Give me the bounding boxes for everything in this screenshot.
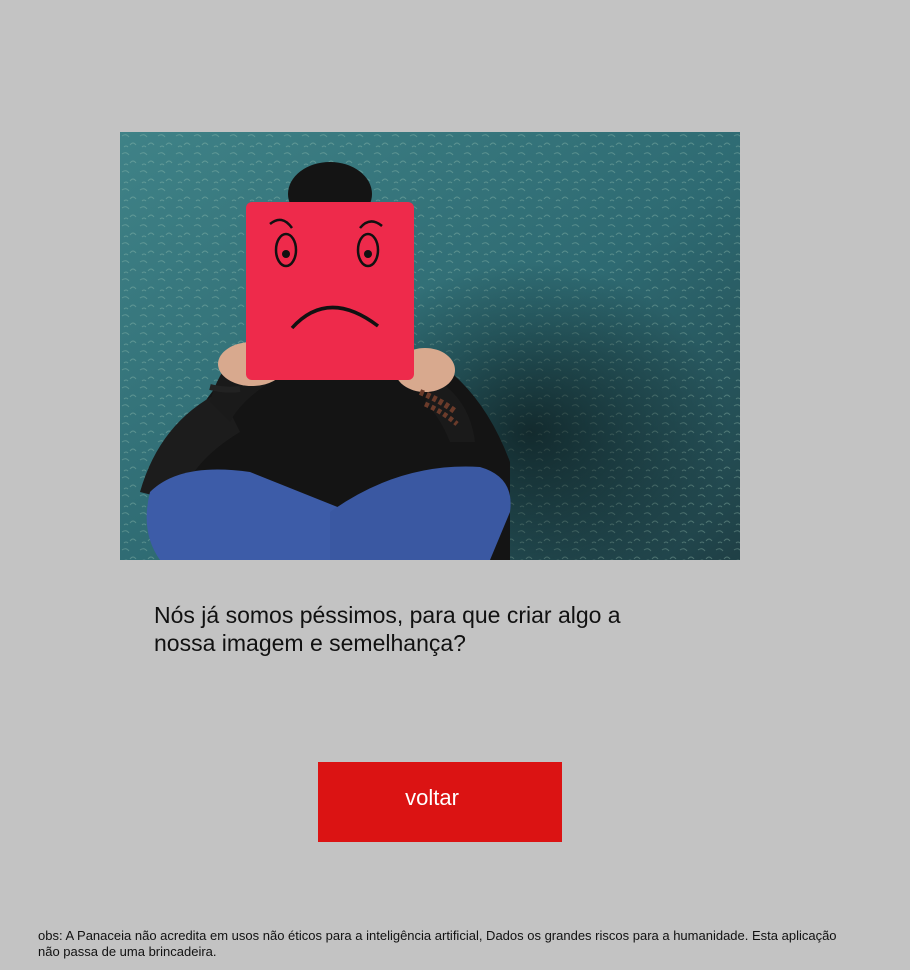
- page: Nós já somos péssimos, para que criar al…: [0, 0, 910, 970]
- back-button-label: voltar: [405, 785, 459, 810]
- disclaimer-text: obs: A Panaceia não acredita em usos não…: [38, 928, 837, 959]
- sad-face-photo-icon: [120, 132, 740, 560]
- back-button[interactable]: voltar: [318, 762, 562, 842]
- hero-image: [120, 132, 740, 560]
- message-text: Nós já somos péssimos, para que criar al…: [154, 602, 621, 656]
